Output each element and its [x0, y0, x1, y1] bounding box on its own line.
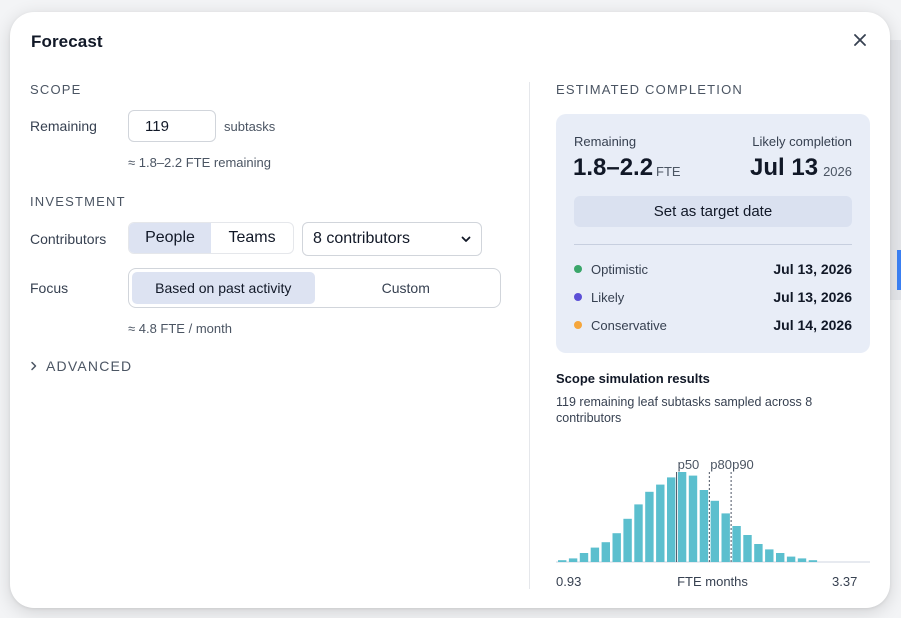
- scenario-name: Optimistic: [591, 261, 649, 277]
- histogram-bar: [612, 533, 621, 562]
- chevron-right-icon: [30, 359, 38, 374]
- scenario-name: Conservative: [591, 317, 667, 333]
- x-axis-title: FTE months: [677, 574, 748, 589]
- histogram-bar: [645, 491, 654, 562]
- histogram-bar: [732, 526, 741, 562]
- close-icon[interactable]: [850, 30, 870, 50]
- column-divider: [529, 82, 530, 589]
- teams-option[interactable]: Teams: [211, 223, 293, 253]
- investment-heading: INVESTMENT: [30, 194, 126, 209]
- people-teams-toggle: People Teams: [128, 222, 294, 254]
- histogram-bar: [623, 518, 632, 562]
- histogram-bar: [721, 513, 730, 562]
- completion-summary-card: Remaining 1.8–2.2 FTE Likely completion …: [556, 114, 870, 353]
- fte-per-month-hint: ≈ 4.8 FTE / month: [128, 321, 232, 336]
- remaining-fte-value: 1.8–2.2: [573, 154, 654, 181]
- conservative-dot: [574, 321, 582, 329]
- histogram-bar: [710, 500, 719, 562]
- percentile-marker-label: p50: [678, 457, 700, 472]
- advanced-toggle[interactable]: ADVANCED: [30, 358, 132, 374]
- scenario-conservative: Conservative Jul 14, 2026: [574, 316, 852, 334]
- histogram-bar: [558, 560, 567, 562]
- people-option[interactable]: People: [129, 223, 211, 253]
- histogram-bar: [776, 553, 785, 562]
- histogram-bar: [743, 535, 752, 562]
- dialog-title: Forecast: [31, 32, 103, 51]
- card-remaining-label: Remaining: [574, 134, 637, 149]
- focus-label: Focus: [30, 280, 69, 296]
- histogram-bar: [677, 472, 687, 562]
- remaining-subtasks-input[interactable]: [128, 110, 216, 142]
- histogram-bar: [568, 558, 578, 562]
- focus-custom-option[interactable]: Custom: [315, 272, 498, 304]
- scenario-date: Jul 13, 2026: [773, 289, 852, 305]
- histogram-bar: [656, 484, 665, 562]
- scenario-likely: Likely Jul 13, 2026: [574, 288, 852, 306]
- histogram-bar: [754, 544, 763, 562]
- histogram-bar: [579, 553, 589, 562]
- remaining-fte-unit: FTE: [656, 164, 681, 179]
- scope-heading: SCOPE: [30, 82, 82, 97]
- background-accent: [897, 250, 901, 290]
- histogram-bar: [601, 542, 610, 562]
- histogram-bar: [634, 504, 643, 562]
- scenario-name: Likely: [591, 289, 625, 305]
- focus-past-activity-option[interactable]: Based on past activity: [132, 272, 315, 304]
- scenario-date: Jul 14, 2026: [773, 317, 852, 333]
- scenario-optimistic: Optimistic Jul 13, 2026: [574, 260, 852, 278]
- likely-completion-date: Jul 13: [750, 154, 819, 181]
- histogram-bar: [699, 490, 709, 562]
- set-target-date-button[interactable]: Set as target date: [574, 196, 852, 227]
- x-axis-min-label: 0.93: [556, 574, 582, 589]
- simulation-description: 119 remaining leaf subtasks sampled acro…: [556, 395, 813, 425]
- histogram-bar: [667, 477, 676, 562]
- advanced-label: ADVANCED: [46, 358, 133, 374]
- focus-toggle: Based on past activity Custom: [128, 268, 501, 308]
- scenario-date: Jul 13, 2026: [773, 261, 852, 277]
- simulation-title: Scope simulation results: [556, 371, 710, 386]
- subtasks-suffix: subtasks: [224, 119, 276, 134]
- histogram-bar: [765, 549, 774, 562]
- x-axis-max-label: 3.37: [832, 574, 858, 589]
- histogram-bar: [590, 547, 600, 562]
- remaining-label: Remaining: [30, 118, 97, 134]
- chevron-down-icon: [461, 232, 471, 246]
- contributors-label: Contributors: [30, 231, 107, 247]
- optimistic-dot: [574, 265, 582, 273]
- fte-remaining-hint: ≈ 1.8–2.2 FTE remaining: [128, 155, 271, 170]
- contributors-select[interactable]: 8 contributors: [302, 222, 482, 256]
- histogram-bar: [808, 560, 818, 562]
- likely-completion-label: Likely completion: [752, 134, 852, 149]
- histogram-bar: [786, 556, 796, 562]
- contributors-select-value: 8 contributors: [313, 230, 410, 247]
- percentile-marker-label: p80: [710, 457, 732, 472]
- percentile-marker-label: p90: [732, 457, 754, 472]
- likely-dot: [574, 293, 582, 301]
- histogram-bar: [797, 558, 807, 562]
- simulation-histogram: p50 p80 p90: [556, 457, 870, 563]
- background-panel-edge: [889, 40, 901, 300]
- estimated-completion-heading: ESTIMATED COMPLETION: [556, 82, 743, 97]
- card-divider: [574, 244, 852, 245]
- likely-completion-year: 2026: [823, 164, 852, 179]
- forecast-dialog: Forecast SCOPE Remaining subtasks ≈ 1.8–…: [10, 12, 890, 608]
- histogram-bar: [688, 475, 698, 562]
